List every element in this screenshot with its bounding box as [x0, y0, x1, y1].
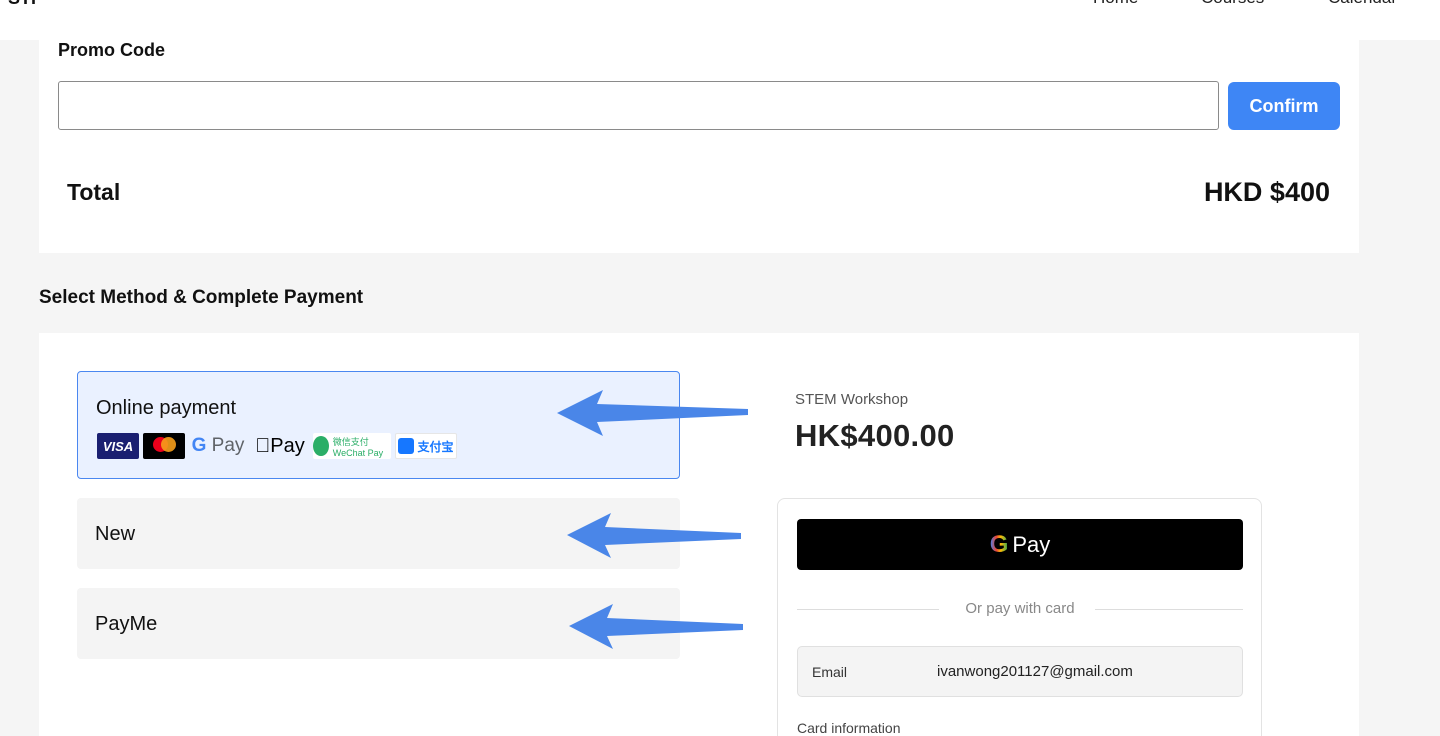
- google-pay-icon: G Pay: [191, 435, 245, 456]
- card-information-label: Card information: [797, 720, 901, 736]
- product-price: HK$400.00: [795, 418, 955, 453]
- promo-code-input[interactable]: [58, 81, 1219, 130]
- apple-pay-icon: Pay: [255, 434, 304, 457]
- nav-link-home[interactable]: Home: [1093, 0, 1138, 8]
- method-label: PayMe: [95, 613, 158, 635]
- google-g-icon: G: [989, 530, 1009, 558]
- nav-link-calendar[interactable]: Calendar: [1328, 0, 1397, 8]
- product-name: STEM Workshop: [795, 391, 909, 408]
- visa-icon: VISA: [97, 433, 139, 459]
- nav-link-courses[interactable]: Courses: [1201, 0, 1264, 8]
- top-navbar: STI Home Courses Calendar: [0, 0, 1440, 40]
- promo-card: Promo Code Confirm Total HKD $400: [39, 40, 1359, 253]
- method-label: Online payment: [96, 397, 237, 419]
- payment-logos: VISA G Pay Pay 微信支付 WeChat Pay 支付宝: [97, 433, 457, 459]
- alipay-icon: 支付宝: [395, 433, 457, 459]
- total-label: Total: [67, 179, 121, 205]
- arrow-left-icon: [569, 604, 743, 649]
- arrow-left-icon: [557, 390, 748, 436]
- email-label: Email: [812, 664, 848, 680]
- email-field[interactable]: Email ivanwong201127@gmail.com: [797, 646, 1243, 697]
- promo-code-title: Promo Code: [58, 40, 166, 60]
- payment-section-title: Select Method & Complete Payment: [39, 287, 364, 308]
- checkout-form: G Pay Or pay with card Email ivanwong201…: [777, 498, 1262, 736]
- total-value: HKD $400: [1203, 177, 1330, 207]
- arrow-left-icon: [567, 513, 741, 558]
- site-logo[interactable]: STI: [8, 0, 36, 9]
- confirm-button[interactable]: Confirm: [1228, 82, 1340, 130]
- google-pay-button[interactable]: G Pay: [797, 519, 1243, 570]
- google-pay-label: Pay: [1012, 531, 1051, 557]
- method-label: New: [95, 523, 136, 545]
- email-value[interactable]: ivanwong201127@gmail.com: [937, 663, 1133, 680]
- wechat-pay-icon: 微信支付 WeChat Pay: [313, 433, 391, 459]
- pay-with-card-divider: Or pay with card: [797, 599, 1243, 619]
- mastercard-icon: [143, 433, 185, 459]
